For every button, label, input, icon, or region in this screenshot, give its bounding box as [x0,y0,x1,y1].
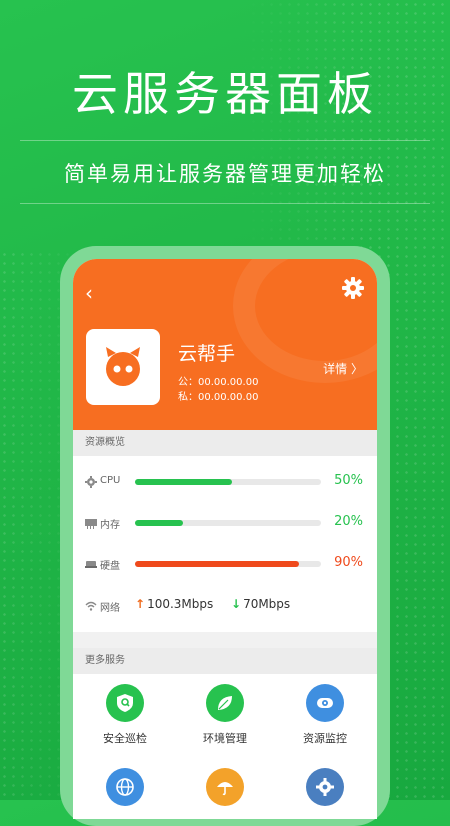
phone-frame: ‹ 云帮手 公：00.00.00.00 私：00.00.00.00 详情 〉 资… [60,246,390,826]
resource-row-disk: 硬盘 90% [73,555,377,575]
memory-icon [85,519,97,529]
app-screen: ‹ 云帮手 公：00.00.00.00 私：00.00.00.00 详情 〉 资… [73,259,377,819]
resource-row-cpu: CPU 50% [73,473,377,493]
cpu-percent: 50% [334,473,363,488]
disk-bar-fill [135,561,299,567]
app-name: 云帮手 [178,343,236,365]
shield-search-icon [106,684,144,722]
hero-divider [20,203,430,204]
service-security-check[interactable]: 安全巡检 [77,684,173,746]
memory-bar-track [135,520,321,526]
globe-icon [106,768,144,806]
resources-section-title: 资源概览 [73,430,377,456]
resource-row-network: 网络 ↑ 100.3Mbps ↓ 70Mbps [73,597,377,617]
download-arrow-icon: ↓ [231,597,242,611]
network-label: 网络 [100,603,120,614]
services-section-title: 更多服务 [73,648,377,674]
services-panel: 安全巡检 环境管理 资源监控 [73,674,377,819]
disk-bar-track [135,561,321,567]
server-header: ‹ 云帮手 公：00.00.00.00 私：00.00.00.00 详情 〉 [73,259,377,430]
service-globe[interactable] [77,768,173,814]
umbrella-icon [206,768,244,806]
upload-rate: ↑ 100.3Mbps [135,597,213,611]
upload-value: 100.3Mbps [147,597,214,611]
resource-label: 内存 [100,520,120,531]
service-label: 资源监控 [303,732,347,745]
service-settings[interactable] [277,768,373,814]
cpu-bar-track [135,479,321,485]
hero-subtitle: 简单易用让服务器管理更加轻松 [64,162,386,186]
memory-bar-fill [135,520,184,526]
service-label: 环境管理 [203,732,247,745]
download-value: 70Mbps [243,597,291,611]
app-logo [86,329,160,405]
wifi-icon [85,601,97,611]
service-environment[interactable]: 环境管理 [177,684,273,746]
resources-panel: CPU 50% 内存 20% 硬盘 90% 网络 ↑ 100.3Mbps ↓ 7… [73,456,377,632]
hero-divider [20,140,430,141]
download-rate: ↓ 70Mbps [231,597,290,611]
service-umbrella[interactable] [177,768,273,814]
public-ip: 公：00.00.00.00 [178,377,259,388]
gear-service-icon [306,768,344,806]
resource-label: 硬盘 [100,561,120,572]
back-chevron-icon[interactable]: ‹ [85,281,93,305]
cat-logo-icon [106,347,140,386]
hero-title: 云服务器面板 [72,67,378,121]
service-label: 安全巡检 [103,732,147,745]
leaf-icon [206,684,244,722]
disk-percent: 90% [334,555,363,570]
disk-icon [85,561,97,568]
camera-monitor-icon [306,684,344,722]
service-monitor[interactable]: 资源监控 [277,684,373,746]
private-ip: 私：00.00.00.00 [178,392,259,403]
upload-arrow-icon: ↑ [135,597,146,611]
cpu-bar-fill [135,479,232,485]
memory-percent: 20% [334,514,363,529]
resource-label: CPU [100,475,121,486]
resource-row-memory: 内存 20% [73,514,377,534]
chip-icon [85,476,97,488]
details-link[interactable]: 详情 〉 [323,360,363,377]
gear-icon[interactable] [341,276,365,300]
